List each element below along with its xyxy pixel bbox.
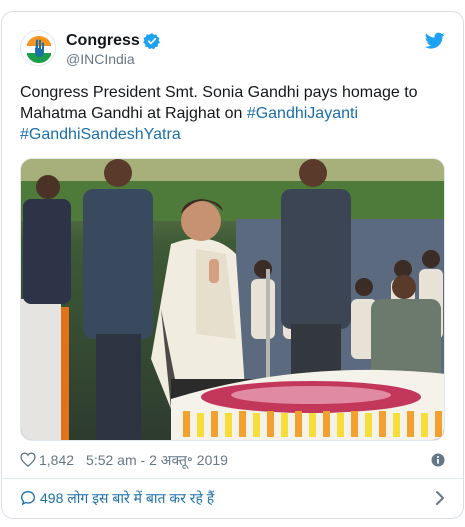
hashtag-gandhi-jayanti[interactable]: #GandhiJayanti bbox=[247, 105, 358, 122]
verified-badge-icon bbox=[143, 32, 160, 49]
photo-illustration bbox=[21, 159, 444, 440]
twitter-bird-icon[interactable] bbox=[425, 32, 445, 50]
chevron-right-icon[interactable] bbox=[435, 490, 445, 506]
tweet-header: Congress @INCIndia bbox=[20, 30, 445, 70]
account-handle[interactable]: @INCIndia bbox=[66, 50, 161, 68]
tweet-photo[interactable] bbox=[20, 158, 445, 441]
speech-bubble-icon bbox=[20, 490, 36, 506]
avatar[interactable] bbox=[20, 30, 56, 66]
hashtag-gandhi-sandesh-yatra[interactable]: #GandhiSandeshYatra bbox=[20, 126, 181, 143]
tweet-card[interactable]: Congress @INCIndia Congress President Sm… bbox=[1, 11, 464, 519]
heart-icon[interactable] bbox=[20, 452, 36, 467]
tweet-meta: 1,842 5:52 am - 2 अक्तू॰ 2019 bbox=[20, 450, 445, 472]
discussion-count-text[interactable]: 498 लोग इस बारे में बात कर रहे हैं bbox=[40, 490, 214, 506]
discussion-link[interactable]: 498 लोग इस बारे में बात कर रहे हैं bbox=[20, 488, 445, 510]
info-icon[interactable] bbox=[431, 453, 445, 467]
tweet-timestamp[interactable]: 5:52 am - 2 अक्तू॰ 2019 bbox=[86, 452, 228, 468]
divider bbox=[2, 478, 463, 479]
account-names[interactable]: Congress @INCIndia bbox=[66, 31, 161, 68]
display-name[interactable]: Congress bbox=[66, 31, 140, 50]
tweet-text: Congress President Smt. Sonia Gandhi pay… bbox=[20, 82, 440, 145]
congress-logo-icon bbox=[22, 32, 55, 65]
like-count[interactable]: 1,842 bbox=[39, 452, 74, 468]
